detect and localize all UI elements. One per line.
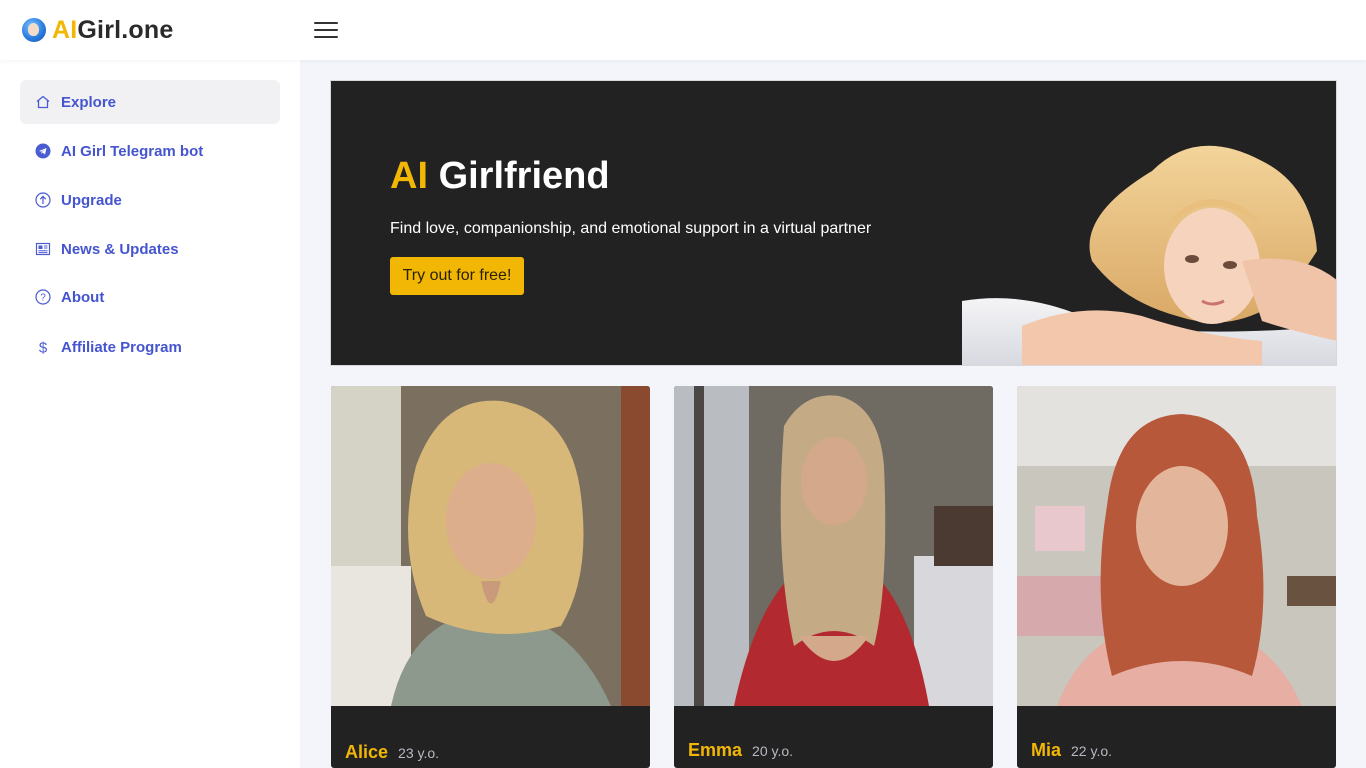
logo-avatar-icon (22, 18, 46, 42)
hero-title-accent: AI (390, 155, 428, 197)
sidebar: Explore AI Girl Telegram bot Upgrade New… (0, 60, 300, 768)
top-bar: AIGirl.one (0, 0, 1366, 60)
hero-title: AI Girlfriend (390, 155, 610, 198)
telegram-icon (34, 142, 52, 160)
sidebar-item-explore[interactable]: Explore (20, 80, 280, 124)
sidebar-item-label: News & Updates (61, 240, 179, 258)
hero-subtitle: Find love, companionship, and emotional … (390, 220, 872, 237)
character-card-mia[interactable]: Mia 22 y.o. (1017, 386, 1336, 768)
hamburger-icon[interactable] (314, 19, 338, 41)
brand-name-accent: AI (52, 15, 78, 44)
sidebar-item-telegram-bot[interactable]: AI Girl Telegram bot (20, 129, 280, 173)
character-card-alice[interactable]: Alice 23 y.o. (331, 386, 650, 768)
sidebar-item-about[interactable]: ? About (20, 275, 280, 319)
sidebar-item-label: About (61, 288, 105, 306)
try-free-button[interactable]: Try out for free! (390, 257, 524, 295)
dollar-icon: $ (34, 338, 52, 356)
character-photo (1017, 386, 1336, 706)
character-info: Emma 20 y.o. (688, 740, 793, 761)
hero-banner: AI Girlfriend Find love, companionship, … (330, 80, 1337, 366)
newspaper-icon (34, 240, 52, 258)
hero-title-rest: Girlfriend (438, 155, 610, 197)
sidebar-item-label: Explore (61, 93, 117, 111)
brand-name-rest: Girl.one (77, 15, 174, 44)
sidebar-item-label: AI Girl Telegram bot (61, 142, 204, 160)
home-icon (34, 93, 52, 111)
sidebar-item-affiliate-program[interactable]: $ Affiliate Program (20, 325, 280, 369)
character-age: 22 y.o. (1071, 743, 1113, 759)
character-info: Mia 22 y.o. (1031, 740, 1112, 761)
sidebar-item-label: Affiliate Program (61, 338, 182, 356)
hero-illustration (962, 141, 1336, 365)
character-age: 20 y.o. (752, 743, 794, 759)
character-name: Alice (345, 742, 389, 762)
character-info: Alice 23 y.o. (345, 742, 439, 763)
sidebar-item-news-updates[interactable]: News & Updates (20, 227, 280, 271)
character-name: Emma (688, 740, 743, 760)
brand-logo[interactable]: AIGirl.one (22, 16, 173, 44)
character-photo (331, 386, 650, 706)
character-card-emma[interactable]: Emma 20 y.o. (674, 386, 993, 768)
question-circle-icon: ? (34, 288, 52, 306)
brand-name: AIGirl.one (52, 16, 173, 45)
svg-text:$: $ (39, 340, 48, 356)
character-name: Mia (1031, 740, 1062, 760)
sidebar-item-label: Upgrade (61, 191, 122, 209)
arrow-up-circle-icon (34, 191, 52, 209)
svg-text:?: ? (40, 293, 46, 304)
character-photo (674, 386, 993, 706)
character-age: 23 y.o. (398, 745, 440, 761)
sidebar-item-upgrade[interactable]: Upgrade (20, 178, 280, 222)
